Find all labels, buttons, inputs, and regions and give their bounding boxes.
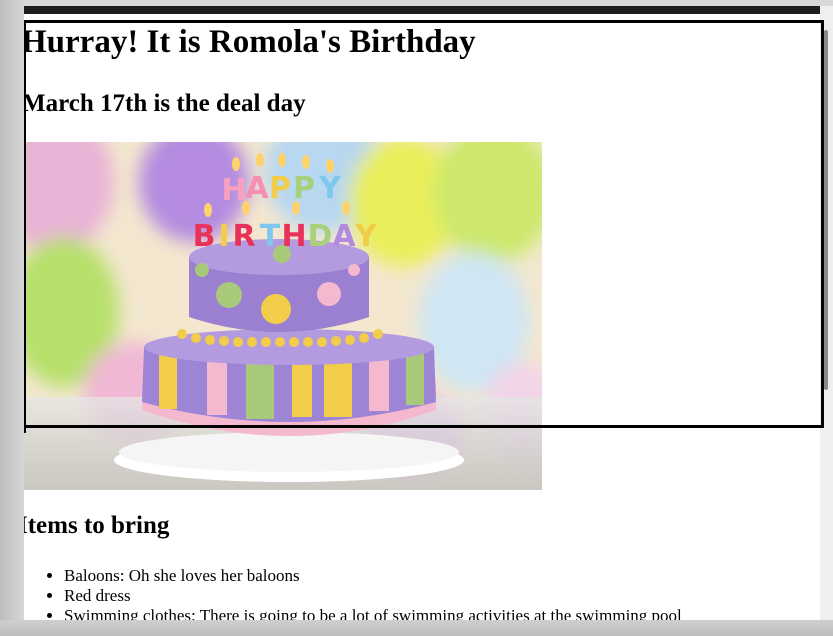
desktop-background: Hurray! It is Romola's Birthday March 17…: [0, 0, 833, 636]
bottom-edge: [0, 620, 833, 636]
svg-text:A: A: [332, 219, 356, 254]
svg-text:D: D: [308, 219, 333, 254]
list-item: Red dress: [64, 586, 824, 606]
svg-text:Y: Y: [318, 171, 342, 206]
web-page: Hurray! It is Romola's Birthday March 17…: [24, 6, 824, 620]
list-item: Baloons: Oh she loves her baloons: [64, 566, 824, 586]
list-item: Swimming clothes: There is going to be a…: [64, 606, 824, 620]
page-title: Hurray! It is Romola's Birthday: [24, 24, 476, 60]
vertical-scrollbar[interactable]: [820, 6, 833, 620]
svg-text:H: H: [221, 173, 246, 208]
svg-text:A: A: [245, 171, 269, 206]
left-gutter: [0, 0, 24, 636]
svg-text:P: P: [293, 171, 315, 206]
cake-illustration: H A P P Y B I R T H D A Y: [24, 142, 542, 490]
svg-text:Y: Y: [354, 219, 378, 254]
svg-text:I: I: [218, 219, 229, 254]
items-list: Baloons: Oh she loves her baloons Red dr…: [24, 566, 824, 620]
birthday-cake-image: H A P P Y B I R T H D A Y: [24, 142, 542, 490]
page-subtitle: March 17th is the deal day: [24, 90, 306, 117]
page-top-bar: [24, 6, 824, 14]
svg-text:P: P: [269, 171, 291, 206]
svg-text:T: T: [260, 219, 281, 254]
scrollbar-thumb[interactable]: [824, 30, 828, 390]
svg-text:B: B: [193, 219, 216, 254]
svg-text:R: R: [232, 219, 255, 254]
svg-text:H: H: [281, 219, 306, 254]
items-heading: Items to bring: [24, 512, 170, 539]
